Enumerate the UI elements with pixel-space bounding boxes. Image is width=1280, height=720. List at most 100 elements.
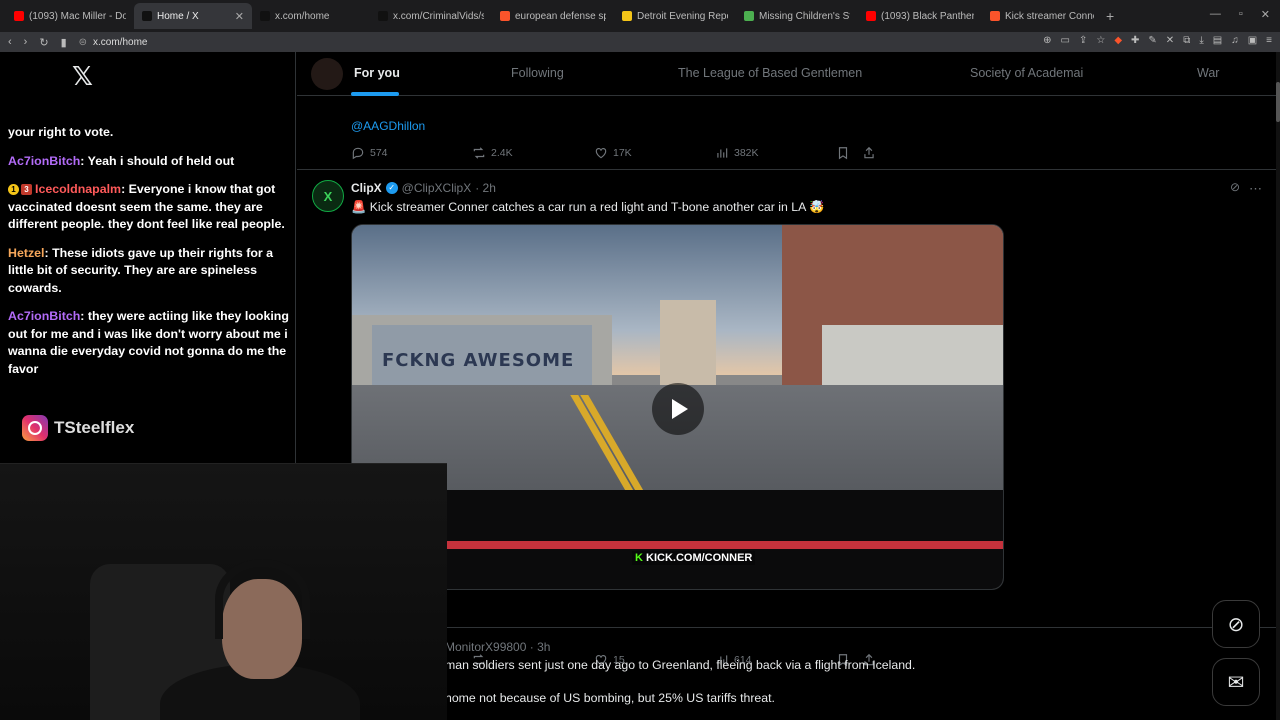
browser-tab[interactable]: Detroit Evening Report: Hundreds in xyxy=(614,3,736,29)
tab-title: (1093) Mac Miller - Donald Trump - xyxy=(29,10,126,22)
browser-tab[interactable]: x.com/home xyxy=(252,3,370,29)
like-button[interactable]: 17K xyxy=(594,146,632,160)
avatar[interactable]: X xyxy=(312,180,344,212)
chat-username[interactable]: Icecoldnapalm xyxy=(35,182,121,196)
youtube-icon xyxy=(866,11,876,21)
back-icon[interactable]: ‹ xyxy=(8,36,12,48)
browser-tab[interactable]: (1093) Mac Miller - Donald Trump - xyxy=(6,3,134,29)
chat-username[interactable]: Ac7ionBitch xyxy=(8,309,80,323)
browser-tab[interactable]: x.com/CriminalVids/status/2012315 xyxy=(370,3,492,29)
browser-tab[interactable]: european defense spending - Brave S xyxy=(492,3,614,29)
browser-tab-bar: (1093) Mac Miller - Donald Trump - Home /… xyxy=(0,0,1280,32)
browser-tab[interactable]: Missing Children's Statistics - Global xyxy=(736,3,858,29)
author-handle[interactable]: MonitorX99800 xyxy=(445,640,526,654)
mention-link[interactable]: @AAGDhillon xyxy=(351,119,425,133)
tab-for-you[interactable]: For you xyxy=(354,66,400,80)
chat-username[interactable]: Ac7ionBitch xyxy=(8,154,80,168)
browser-tab[interactable]: Kick streamer Conner gets filmed by xyxy=(982,3,1102,29)
share-icon[interactable]: ⇪ xyxy=(1079,35,1087,46)
download-icon[interactable]: ⤓ xyxy=(1199,35,1203,46)
pen-icon[interactable]: ✎ xyxy=(1148,35,1156,46)
more-options-icon[interactable]: ⋯ xyxy=(1249,181,1262,197)
address-bar: ‹ › ↻ ▮ ⊜ x.com/home ⊕ ▭ ⇪ ☆ ◆ ✚ ✎ ✕ ⧉ ⤓… xyxy=(0,32,1280,52)
tweet[interactable]: @AAGDhillon 574 2.4K 17K 382K xyxy=(297,96,1280,170)
video-dashboard-light xyxy=(352,541,1003,549)
chat-username[interactable]: Hetzel xyxy=(8,246,45,260)
browser-tab[interactable]: (1093) Black Panther Says Ice Is Goin xyxy=(858,3,982,29)
x-extension-icon[interactable]: ✕ xyxy=(1166,35,1174,46)
share-button[interactable] xyxy=(862,146,876,160)
forward-icon[interactable]: › xyxy=(24,36,28,48)
play-button-icon[interactable] xyxy=(652,383,704,435)
views-icon xyxy=(717,148,728,158)
avatar-text: X xyxy=(323,188,333,204)
reply-button[interactable]: 574 xyxy=(351,146,388,160)
tab-war[interactable]: War xyxy=(1197,66,1219,80)
close-tab-icon[interactable]: ✕ xyxy=(229,10,244,23)
author-handle[interactable]: @ClipXClipX xyxy=(402,181,472,195)
avatar[interactable] xyxy=(311,58,343,90)
leaf-icon xyxy=(744,11,754,21)
tweet-time[interactable]: · 2h xyxy=(475,181,496,195)
url-field[interactable]: ⊜ x.com/home xyxy=(79,37,148,48)
scrollbar[interactable] xyxy=(1276,52,1280,720)
views-button[interactable]: 382K xyxy=(715,146,759,160)
author-name[interactable]: ClipX xyxy=(351,181,382,195)
music-icon[interactable]: ♫ xyxy=(1231,35,1239,46)
tab-title: (1093) Black Panther Says Ice Is Goin xyxy=(881,10,974,22)
tab-following[interactable]: Following xyxy=(511,66,564,80)
menu-icon[interactable]: ≡ xyxy=(1266,35,1272,46)
tweet-header: MonitorX99800 · 3h xyxy=(445,640,550,654)
tab-society-of-academai[interactable]: Society of Academai xyxy=(970,66,1083,80)
bookmark-icon[interactable]: ▮ xyxy=(61,36,67,49)
shield-icon xyxy=(622,11,632,21)
scrollbar-thumb[interactable] xyxy=(1276,82,1280,122)
instagram-icon xyxy=(22,415,48,441)
bookmark-icon xyxy=(838,147,848,160)
repost-count: 2.4K xyxy=(491,147,513,159)
video-player[interactable]: FCKNG AWESOME K KICK.COM/CONNER xyxy=(351,224,1004,590)
x-icon xyxy=(378,11,388,21)
restore-icon[interactable]: ▫ xyxy=(1239,8,1243,21)
share-icon xyxy=(864,146,874,159)
grok-icon: ⊘ xyxy=(1227,613,1245,636)
chat-message: Ac7ionBitch: they were actiing like they… xyxy=(8,308,290,378)
reply-count: 574 xyxy=(370,147,388,159)
x-icon xyxy=(260,11,270,21)
site-info-icon[interactable]: ⊜ xyxy=(79,37,87,48)
star-icon[interactable]: ☆ xyxy=(1096,35,1105,46)
repost-button[interactable]: 2.4K xyxy=(472,146,513,160)
chat-text: : These idiots gave up their rights for … xyxy=(8,245,274,295)
tweet[interactable]: MonitorX99800 · 3h man soldiers sent jus… xyxy=(445,635,1280,720)
zoom-icon[interactable]: ⊕ xyxy=(1043,35,1051,46)
cast-icon[interactable]: ▭ xyxy=(1061,35,1070,46)
video-watermark: K KICK.COM/CONNER xyxy=(632,551,756,565)
mail-icon: ✉ xyxy=(1227,671,1245,694)
new-tab-icon[interactable]: + xyxy=(1106,8,1114,24)
extensions-icon[interactable]: ✚ xyxy=(1131,35,1139,46)
tab-title: x.com/CriminalVids/status/2012315 xyxy=(393,10,484,22)
extension-icons: ⊕ ▭ ⇪ ☆ ◆ ✚ ✎ ✕ ⧉ ⤓ ▤ ♫ ▣ ≡ xyxy=(1043,35,1272,46)
tab-title: Detroit Evening Report: Hundreds in xyxy=(637,10,728,22)
messages-button[interactable]: ✉ xyxy=(1212,658,1260,706)
brave-icon xyxy=(990,11,1000,21)
bookmark-button[interactable] xyxy=(836,146,850,160)
reload-icon[interactable]: ↻ xyxy=(39,36,48,49)
puzzle-icon[interactable]: ⧉ xyxy=(1183,35,1190,46)
close-window-icon[interactable]: ✕ xyxy=(1261,8,1270,21)
grok-button[interactable]: ⊘ xyxy=(1212,600,1260,648)
brave-shield-icon[interactable]: ◆ xyxy=(1114,35,1122,46)
x-logo-icon[interactable]: 𝕏 xyxy=(72,62,93,92)
grok-icon[interactable]: ⊘ xyxy=(1230,180,1240,194)
tab-league-of-based-gentlemen[interactable]: The League of Based Gentlemen xyxy=(678,66,862,80)
wallet-icon[interactable]: ▣ xyxy=(1248,35,1257,46)
minimize-icon[interactable]: — xyxy=(1210,8,1221,21)
webcam-overlay xyxy=(0,463,447,720)
chat-message: Ac7ionBitch: Yeah i should of held out xyxy=(8,153,290,171)
tweet-time[interactable]: · 3h xyxy=(530,640,551,654)
view-count: 382K xyxy=(734,147,759,159)
reply-icon xyxy=(352,147,364,160)
sidebar-icon[interactable]: ▤ xyxy=(1213,35,1222,46)
browser-tab[interactable]: Home / X ✕ xyxy=(134,3,252,29)
instagram-handle-text: TSteelflex xyxy=(54,418,135,437)
